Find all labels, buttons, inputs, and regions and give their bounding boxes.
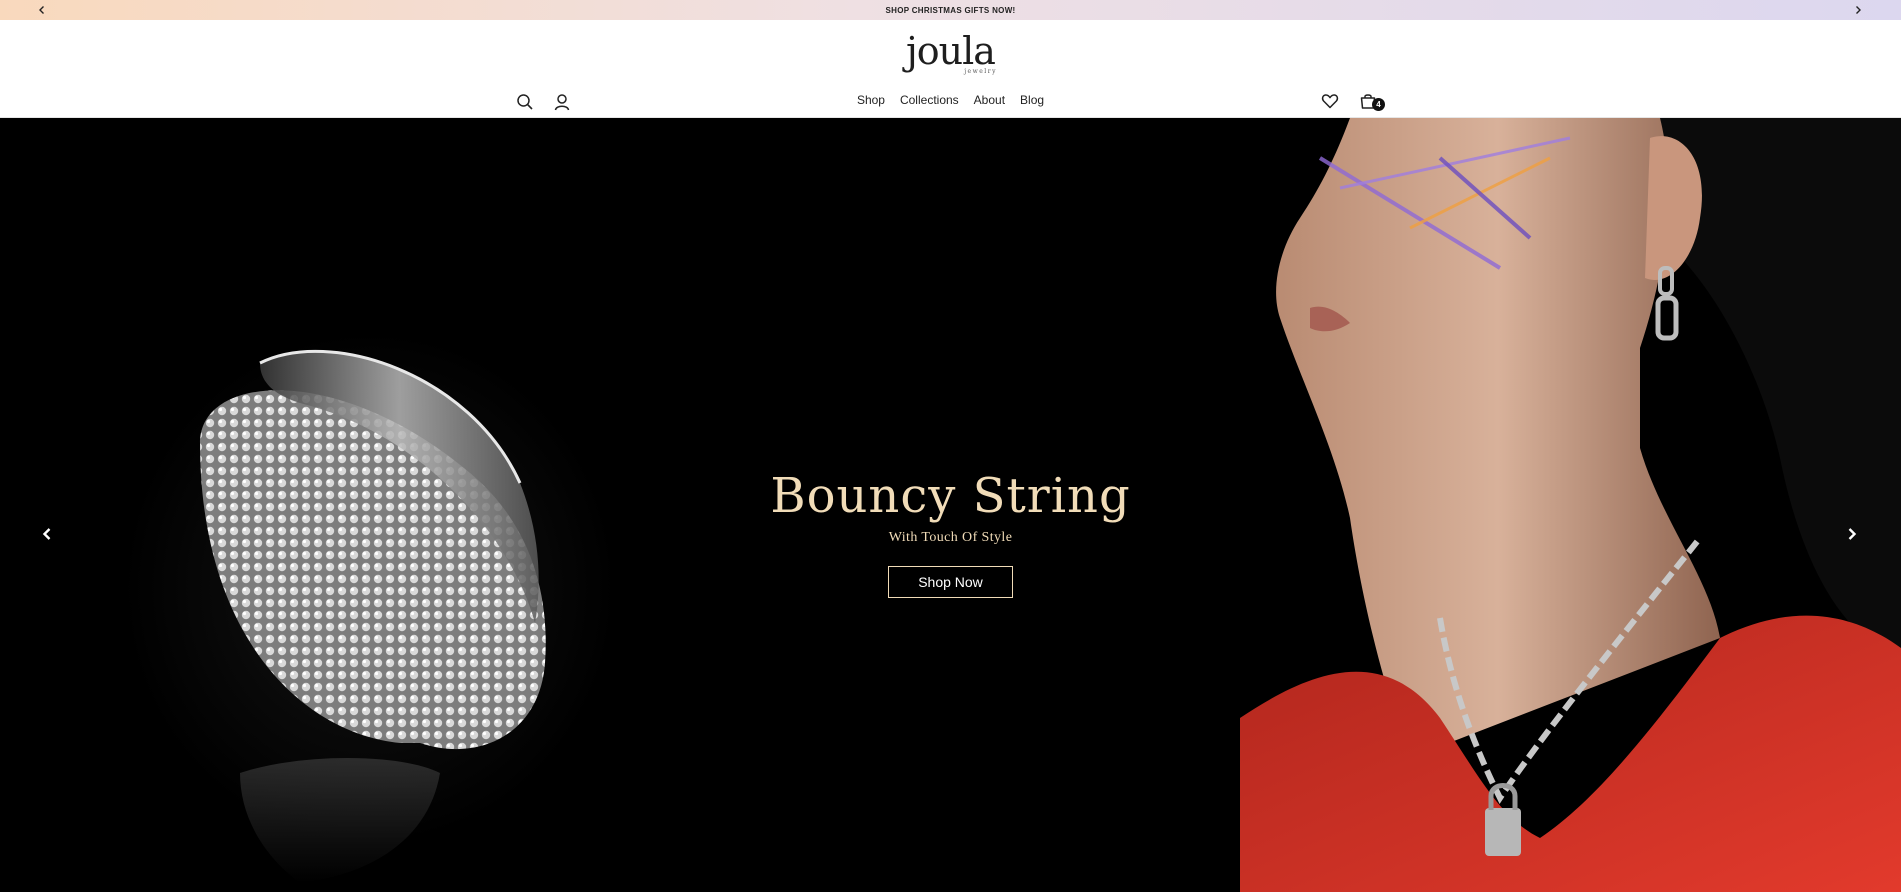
account-button[interactable] [552,92,572,112]
hero-prev-button[interactable] [36,523,58,545]
wishlist-button[interactable] [1320,91,1340,111]
hero-title: Bouncy String [770,468,1131,524]
main-nav: Shop Collections About Blog [857,93,1044,107]
header-right-actions: 4 [1320,91,1385,111]
nav-item-collections[interactable]: Collections [900,93,959,107]
hero-subtitle: With Touch Of Style [888,530,1013,545]
cart-count-badge: 4 [1372,98,1385,111]
hero-slider: Bouncy String With Touch Of Style Shop N… [0,118,1901,892]
chevron-left-icon [42,528,51,540]
announcement-text[interactable]: SHOP CHRISTMAS GIFTS NOW! [885,6,1015,15]
user-icon [554,94,570,111]
chevron-right-icon [1848,528,1857,540]
search-icon [517,94,533,110]
header-left-actions [515,92,572,112]
bracelet-image [200,349,546,883]
nav-item-blog[interactable]: Blog [1020,93,1044,107]
site-header: joula jewelry Shop Collections About Blo… [0,20,1901,118]
nav-item-about[interactable]: About [974,93,1005,107]
logo[interactable]: joula jewelry [906,29,996,75]
chevron-right-icon [1856,6,1861,14]
hero-content: Bouncy String With Touch Of Style Shop N… [0,468,1901,598]
shop-now-button[interactable]: Shop Now [888,566,1013,598]
nav-item-shop[interactable]: Shop [857,93,885,107]
heart-icon [1321,94,1339,109]
search-button[interactable] [515,92,535,112]
cart-button[interactable]: 4 [1358,91,1385,111]
logo-tagline: jewelry [964,68,997,75]
announcement-bar: SHOP CHRISTMAS GIFTS NOW! [0,0,1901,20]
hero-next-button[interactable] [1841,523,1863,545]
announcement-prev-button[interactable] [35,3,49,17]
logo-wordmark: joula [906,29,996,73]
chevron-left-icon [39,6,44,14]
announcement-next-button[interactable] [1851,3,1865,17]
